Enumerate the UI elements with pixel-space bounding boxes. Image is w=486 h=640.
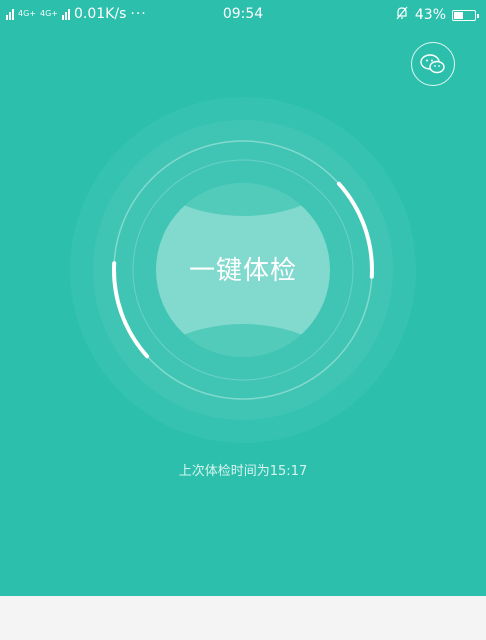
bell-off-icon bbox=[395, 6, 409, 24]
wechat-share-button[interactable] bbox=[411, 42, 455, 86]
battery-fill bbox=[454, 11, 463, 19]
last-check-time: 上次体检时间为15:17 bbox=[178, 464, 308, 479]
wechat-icon bbox=[420, 54, 445, 74]
battery-percent: 43% bbox=[414, 7, 446, 23]
one-click-check-label[interactable]: 一键体检 bbox=[40, 250, 446, 287]
battery-icon bbox=[452, 9, 479, 21]
status-bar: 4G+ 4G+ 0.01K/s ··· 09:54 43% bbox=[0, 0, 486, 30]
bottom-bar bbox=[0, 596, 486, 640]
main-screen: 4G+ 4G+ 0.01K/s ··· 09:54 43% 一键体检 上次体检时… bbox=[0, 0, 486, 596]
status-right: 43% bbox=[395, 6, 479, 24]
